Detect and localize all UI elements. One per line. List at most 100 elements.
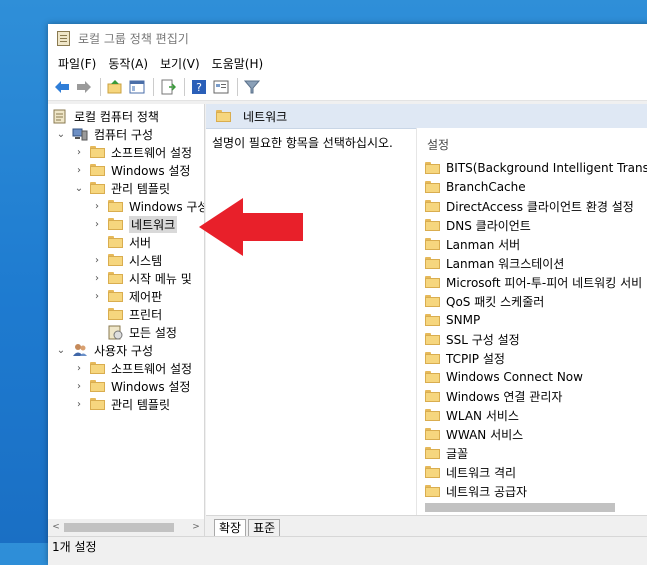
folder-icon: [425, 333, 440, 345]
menu-file[interactable]: 파일(F): [52, 55, 102, 72]
up-folder-button[interactable]: [105, 77, 125, 97]
list-item[interactable]: WWAN 서비스: [425, 425, 523, 443]
list-item-label: TCPIP 설정: [446, 351, 505, 366]
chevron-right-icon[interactable]: ›: [92, 219, 102, 230]
tree-horizontal-scrollbar[interactable]: < >: [48, 519, 204, 536]
list-item[interactable]: 네트워크 격리: [425, 463, 516, 481]
folder-icon: [425, 371, 440, 383]
export-list-button[interactable]: [158, 77, 178, 97]
details-title: 네트워크: [243, 109, 288, 124]
computer-icon: [72, 128, 88, 140]
tree-node-software-settings[interactable]: › 소프트웨어 설정: [74, 143, 192, 161]
tree-node-all-settings[interactable]: 모든 설정: [108, 323, 177, 341]
tree-label-user-config: 사용자 구성: [94, 343, 154, 358]
console-tree: 로컬 컴퓨터 정책 ⌄ 컴퓨터 구성 › 소프트웨어 설정 › Windows …: [48, 104, 205, 536]
column-header-setting[interactable]: 설정: [427, 136, 449, 153]
chevron-right-icon[interactable]: ›: [92, 291, 102, 302]
list-item-label: Microsoft 피어-투-피어 네트워킹 서비: [446, 275, 643, 290]
menu-help[interactable]: 도움말(H): [206, 55, 270, 72]
menu-action[interactable]: 동작(A): [102, 55, 154, 72]
tree-node-user-admin-templates[interactable]: › 관리 템플릿: [74, 395, 170, 413]
gpedit-window: 로컬 그룹 정책 편집기 파일(F) 동작(A) 보기(V) 도움말(H) ?: [48, 24, 647, 565]
chevron-right-icon[interactable]: ›: [92, 273, 102, 284]
tree-node-system[interactable]: › 시스템: [92, 251, 162, 269]
chevron-right-icon[interactable]: ›: [74, 165, 84, 176]
list-item[interactable]: Microsoft 피어-투-피어 네트워킹 서비: [425, 273, 642, 291]
tree-label-windows-settings: Windows 설정: [111, 163, 191, 178]
tree-label-user-software-settings: 소프트웨어 설정: [111, 361, 193, 376]
tree-node-network[interactable]: › 네트워크: [92, 215, 178, 233]
list-item[interactable]: DNS 클라이언트: [425, 216, 531, 234]
chevron-down-icon[interactable]: ⌄: [56, 345, 66, 356]
tree-node-control-panel[interactable]: › 제어판: [92, 287, 162, 305]
tree-node-printers[interactable]: 프린터: [108, 305, 162, 323]
list-item[interactable]: WLAN 서비스: [425, 406, 519, 424]
list-item[interactable]: 글꼴: [425, 444, 468, 462]
list-item[interactable]: TCPIP 설정: [425, 349, 505, 367]
menu-bar: 파일(F) 동작(A) 보기(V) 도움말(H): [48, 52, 647, 74]
folder-icon: [425, 295, 440, 307]
list-item[interactable]: BranchCache: [425, 178, 526, 196]
policy-document-icon: [53, 109, 66, 123]
tree-node-admin-templates[interactable]: ⌄ 관리 템플릿: [74, 179, 170, 197]
chevron-right-icon[interactable]: ›: [92, 255, 102, 266]
tree-label-server: 서버: [129, 235, 152, 250]
list-horizontal-scrollbar[interactable]: [417, 499, 647, 516]
list-item-label: 글꼴: [446, 446, 469, 461]
folder-icon: [90, 398, 105, 410]
folder-icon: [216, 110, 231, 122]
scroll-thumb[interactable]: [64, 523, 174, 532]
chevron-right-icon[interactable]: ›: [74, 381, 84, 392]
list-item-label: DirectAccess 클라이언트 환경 설정: [446, 199, 634, 214]
folder-icon: [108, 254, 123, 266]
folder-icon: [425, 485, 440, 497]
tab-standard[interactable]: 표준: [248, 519, 281, 536]
view-tabs: 확장 표준: [206, 515, 647, 536]
tree-node-windows-settings[interactable]: › Windows 설정: [74, 161, 190, 179]
list-item[interactable]: SSL 구성 설정: [425, 330, 520, 348]
list-item[interactable]: Windows 연결 관리자: [425, 387, 562, 405]
properties-button[interactable]: [211, 77, 231, 97]
toolbar-separator: [237, 78, 238, 96]
folder-icon: [425, 409, 440, 421]
chevron-right-icon[interactable]: ›: [74, 147, 84, 158]
list-item[interactable]: SNMP: [425, 311, 480, 329]
tree-node-start-menu[interactable]: › 시작 메뉴 및: [92, 269, 192, 287]
folder-icon: [425, 466, 440, 478]
folder-icon: [90, 164, 105, 176]
back-button[interactable]: [52, 77, 72, 97]
list-item[interactable]: DirectAccess 클라이언트 환경 설정: [425, 197, 634, 215]
chevron-right-icon[interactable]: ›: [74, 399, 84, 410]
list-item[interactable]: Lanman 워크스테이션: [425, 254, 564, 272]
tree-node-user-software-settings[interactable]: › 소프트웨어 설정: [74, 359, 192, 377]
list-item-label: Windows Connect Now: [446, 370, 583, 384]
scroll-thumb[interactable]: [425, 503, 615, 512]
scroll-left-icon[interactable]: <: [50, 521, 62, 533]
tree-label-network: 네트워크: [129, 215, 178, 233]
chevron-right-icon[interactable]: ›: [74, 363, 84, 374]
folder-icon: [108, 200, 123, 212]
tree-node-root[interactable]: 로컬 컴퓨터 정책: [52, 107, 159, 125]
list-item[interactable]: QoS 패킷 스케줄러: [425, 292, 544, 310]
menu-view[interactable]: 보기(V): [154, 55, 206, 72]
list-item[interactable]: Windows Connect Now: [425, 368, 583, 386]
folder-icon: [425, 219, 440, 231]
folder-icon: [425, 200, 440, 212]
tree-node-user-windows-settings[interactable]: › Windows 설정: [74, 377, 190, 395]
tab-extended[interactable]: 확장: [214, 519, 247, 536]
list-item[interactable]: Lanman 서버: [425, 235, 520, 253]
show-hide-tree-button[interactable]: [127, 77, 147, 97]
forward-button[interactable]: [74, 77, 94, 97]
chevron-right-icon[interactable]: ›: [92, 201, 102, 212]
tree-node-windows-components[interactable]: › Windows 구성: [92, 197, 204, 215]
filter-button[interactable]: [242, 77, 262, 97]
chevron-down-icon[interactable]: ⌄: [56, 129, 66, 140]
chevron-down-icon[interactable]: ⌄: [74, 183, 84, 194]
scroll-right-icon[interactable]: >: [190, 521, 202, 533]
help-button[interactable]: ?: [189, 77, 209, 97]
tree-node-computer-config[interactable]: ⌄ 컴퓨터 구성: [56, 125, 153, 143]
tree-node-user-config[interactable]: ⌄ 사용자 구성: [56, 341, 153, 359]
list-item[interactable]: 네트워크 공급자: [425, 482, 527, 500]
tree-node-server[interactable]: 서버: [108, 233, 151, 251]
list-item[interactable]: BITS(Background Intelligent Transfer S: [425, 159, 647, 177]
